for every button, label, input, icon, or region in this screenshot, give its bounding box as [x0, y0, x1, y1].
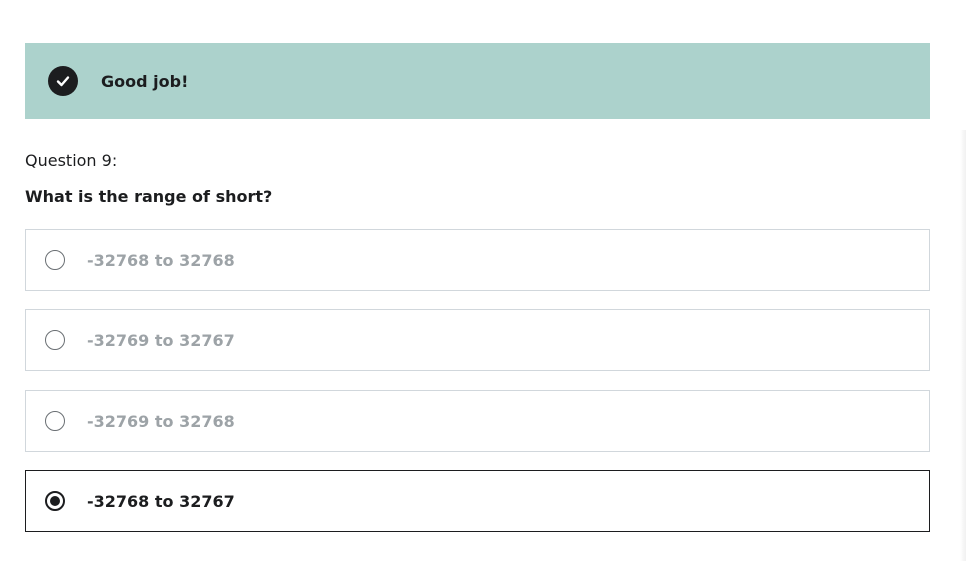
answer-option-label: -32768 to 32768 [87, 250, 235, 270]
success-banner: Good job! [25, 43, 930, 119]
answer-option-label: -32768 to 32767 [87, 491, 235, 511]
quiz-result-page: Good job! Question 9: What is the range … [0, 0, 966, 561]
question-number: Question 9: [25, 151, 118, 170]
answer-option-label: -32769 to 32768 [87, 411, 235, 431]
radio-selected-dot [50, 496, 60, 506]
radio-button-unselected[interactable] [45, 411, 65, 431]
radio-button-unselected[interactable] [45, 330, 65, 350]
radio-button-unselected[interactable] [45, 250, 65, 270]
answer-option-3[interactable]: -32769 to 32768 [25, 390, 930, 452]
answer-option-4[interactable]: -32768 to 32767 [25, 470, 930, 532]
answer-option-label: -32769 to 32767 [87, 330, 235, 350]
answer-option-2[interactable]: -32769 to 32767 [25, 309, 930, 371]
side-panel-edge [960, 130, 966, 561]
question-text: What is the range of short? [25, 187, 273, 206]
success-message: Good job! [101, 71, 189, 91]
check-circle-icon [48, 66, 78, 96]
answer-option-1[interactable]: -32768 to 32768 [25, 229, 930, 291]
radio-button-selected[interactable] [45, 491, 65, 511]
